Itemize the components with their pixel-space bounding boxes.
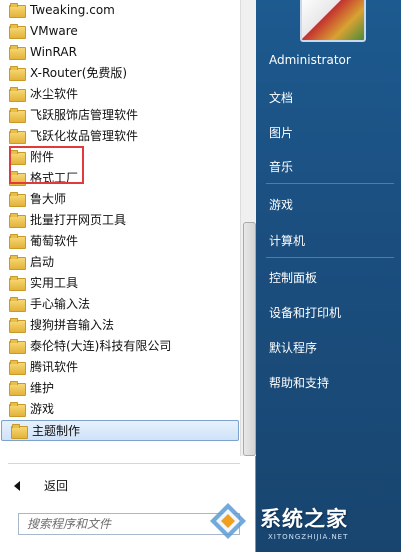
program-folder-label: 飞跃化妆品管理软件: [30, 129, 139, 143]
program-folder-label: Tweaking.com: [30, 3, 115, 17]
program-folder-item[interactable]: 鲁大师: [0, 189, 240, 210]
music-link[interactable]: 音乐: [269, 158, 293, 175]
program-folder-item[interactable]: 葡萄软件: [0, 231, 240, 252]
folder-icon: [9, 297, 26, 312]
folder-icon: [9, 108, 26, 123]
folder-icon: [9, 402, 26, 417]
program-folder-label: 维护: [30, 381, 55, 395]
folder-icon: [9, 339, 26, 354]
user-avatar[interactable]: [300, 0, 366, 42]
program-folder-item[interactable]: 启动: [0, 252, 240, 273]
search-placeholder: 搜索程序和文件: [27, 517, 112, 531]
computer-link[interactable]: 计算机: [269, 232, 305, 249]
programs-scrollbar[interactable]: [240, 0, 256, 456]
back-label: 返回: [44, 479, 69, 493]
user-name-link[interactable]: Administrator: [269, 53, 351, 67]
divider: [266, 257, 394, 258]
program-folder-label: 腾讯软件: [30, 360, 79, 374]
program-folder-label: 实用工具: [30, 276, 79, 290]
documents-link[interactable]: 文档: [269, 89, 293, 106]
programs-panel: Tweaking.com VMware WinRAR X-Router(免费版) 冰尘软…: [0, 0, 256, 552]
program-folder-label: 批量打开网页工具: [30, 213, 127, 227]
program-folder-item[interactable]: 维护: [0, 378, 240, 399]
program-folder-label: 葡萄软件: [30, 234, 79, 248]
folder-icon: [9, 66, 26, 81]
program-folder-item[interactable]: WinRAR: [0, 42, 240, 63]
search-input[interactable]: 搜索程序和文件: [18, 513, 240, 535]
program-folder-label: 手心输入法: [30, 297, 91, 311]
program-folder-label: 泰伦特(大连)科技有限公司: [30, 339, 172, 353]
folder-icon: [9, 24, 26, 39]
program-folder-item[interactable]: 泰伦特(大连)科技有限公司: [0, 336, 240, 357]
program-folder-item[interactable]: 飞跃化妆品管理软件: [0, 126, 240, 147]
divider: [8, 463, 240, 464]
program-folder-item[interactable]: 批量打开网页工具: [0, 210, 240, 231]
watermark-text: 系统之家: [260, 507, 348, 531]
folder-icon: [9, 234, 26, 249]
program-folder-label: 启动: [30, 255, 55, 269]
program-folder-label: WinRAR: [30, 45, 77, 59]
folder-icon: [9, 360, 26, 375]
program-folder-label: 主题制作: [32, 424, 81, 438]
program-folder-label: X-Router(免费版): [30, 66, 128, 80]
program-folder-item[interactable]: VMware: [0, 21, 240, 42]
program-folder-item[interactable]: 飞跃服饰店管理软件: [0, 105, 240, 126]
watermark-subtext: XITONGZHIJIA.NET: [268, 533, 349, 541]
program-folder-label: 飞跃服饰店管理软件: [30, 108, 139, 122]
pictures-link[interactable]: 图片: [269, 124, 293, 141]
program-folder-label: 游戏: [30, 402, 55, 416]
annotation-highlight-box: [9, 146, 84, 184]
program-folder-label: VMware: [30, 24, 78, 38]
folder-icon: [9, 318, 26, 333]
program-folder-label: 鲁大师: [30, 192, 67, 206]
program-folder-item[interactable]: 主题制作: [1, 420, 239, 441]
program-folder-item[interactable]: 实用工具: [0, 273, 240, 294]
folder-icon: [9, 255, 26, 270]
folder-icon: [9, 87, 26, 102]
folder-icon: [9, 381, 26, 396]
program-folder-item[interactable]: Tweaking.com: [0, 0, 240, 21]
program-folder-item[interactable]: 搜狗拼音输入法: [0, 315, 240, 336]
games-link[interactable]: 游戏: [269, 196, 293, 213]
control-panel-link[interactable]: 控制面板: [269, 269, 317, 286]
program-folder-label: 冰尘软件: [30, 87, 79, 101]
help-support-link[interactable]: 帮助和支持: [269, 374, 329, 391]
watermark-logo-icon: [210, 503, 246, 539]
scrollbar-thumb[interactable]: [243, 222, 256, 456]
right-panel: Administrator 文档 图片 音乐 游戏 计算机 控制面板 设备和打印…: [256, 0, 401, 552]
program-folder-item[interactable]: 腾讯软件: [0, 357, 240, 378]
program-folder-item[interactable]: X-Router(免费版): [0, 63, 240, 84]
devices-printers-link[interactable]: 设备和打印机: [269, 304, 341, 321]
program-folder-item[interactable]: 游戏: [0, 399, 240, 420]
program-folder-item[interactable]: 冰尘软件: [0, 84, 240, 105]
default-programs-link[interactable]: 默认程序: [269, 339, 317, 356]
program-folder-label: 搜狗拼音输入法: [30, 318, 115, 332]
divider: [266, 183, 394, 184]
folder-icon: [9, 129, 26, 144]
program-folder-item[interactable]: 手心输入法: [0, 294, 240, 315]
folder-icon: [9, 213, 26, 228]
folder-icon: [9, 276, 26, 291]
back-button[interactable]: 返回: [0, 473, 240, 497]
folder-icon: [11, 424, 28, 439]
watermark: 系统之家 XITONGZHIJIA.NET: [208, 497, 398, 549]
folder-icon: [9, 192, 26, 207]
back-arrow-icon: [14, 481, 20, 491]
folder-icon: [9, 3, 26, 18]
folder-icon: [9, 45, 26, 60]
programs-list: Tweaking.com VMware WinRAR X-Router(免费版) 冰尘软…: [0, 0, 240, 456]
